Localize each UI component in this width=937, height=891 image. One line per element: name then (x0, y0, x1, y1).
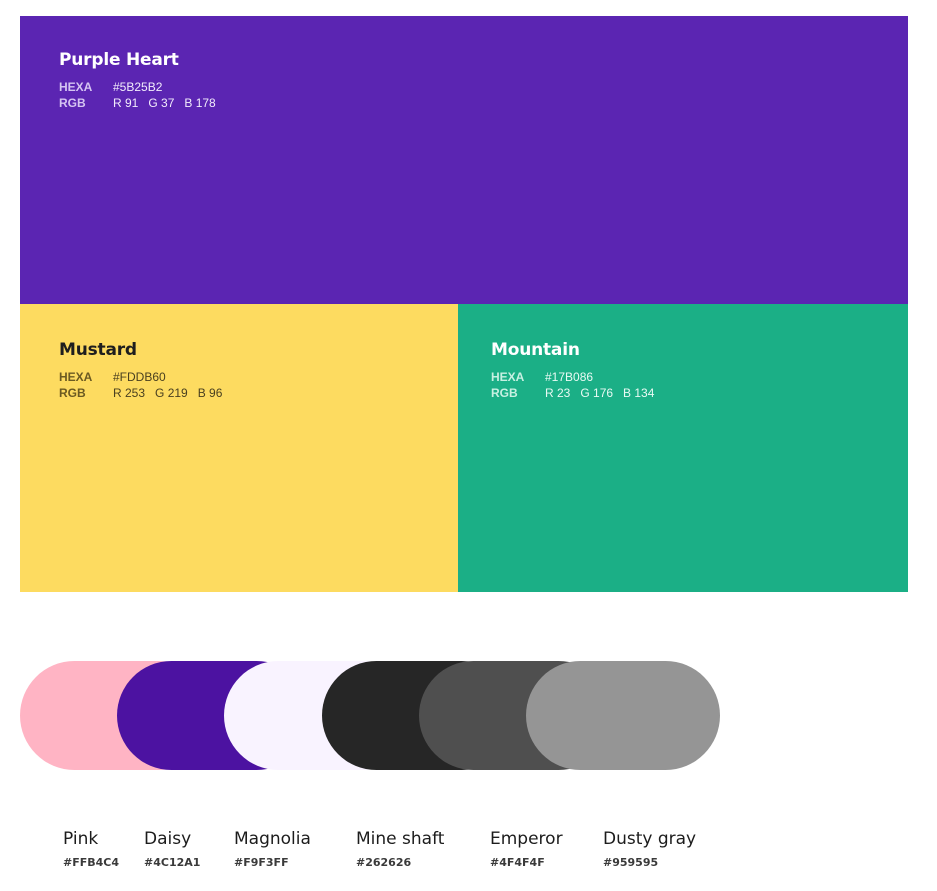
swatch-name-pink: Pink (63, 829, 99, 849)
rgb-label: RGB (491, 386, 518, 400)
rgb-row: RGB R 23 G 176 B 134 (491, 385, 654, 401)
rgb-row: RGB R 91 G 37 B 178 (59, 95, 216, 111)
swatch-hex-emperor: #4F4F4F (490, 856, 545, 869)
color-block-purple-heart: Purple Heart HEXA #5B25B2 RGB R 91 G 37 B … (20, 16, 908, 304)
rgb-row: RGB R 253 G 219 B 96 (59, 385, 222, 401)
hexa-value: #17B086 (545, 370, 594, 384)
hexa-row: HEXA #5B25B2 (59, 79, 162, 95)
hexa-value: #FDDB60 (113, 370, 166, 384)
rgb-value: R 91 G 37 B 178 (113, 96, 216, 110)
color-name: Mustard (59, 340, 137, 360)
rgb-label: RGB (59, 386, 86, 400)
rgb-label: RGB (59, 96, 86, 110)
hexa-row: HEXA #17B086 (491, 369, 593, 385)
hexa-label: HEXA (59, 80, 93, 94)
swatch-name-daisy: Daisy (144, 829, 192, 849)
hexa-label: HEXA (491, 370, 525, 384)
swatch-name-magnolia: Magnolia (234, 829, 311, 849)
swatch-name-mine-shaft: Mine shaft (356, 829, 445, 849)
color-block-mountain: Mountain HEXA #17B086 RGB R 23 G 176 B 134 (458, 304, 908, 592)
color-block-mustard: Mustard HEXA #FDDB60 RGB R 253 G 219 B 96 (20, 304, 458, 592)
color-name: Purple Heart (59, 50, 179, 70)
hexa-label: HEXA (59, 370, 93, 384)
swatch-hex-dusty-gray: #959595 (603, 856, 659, 869)
swatch-hex-magnolia: #F9F3FF (234, 856, 289, 869)
color-name: Mountain (491, 340, 580, 360)
swatch-pill-dusty-gray (526, 661, 720, 770)
swatch-hex-daisy: #4C12A1 (144, 856, 201, 869)
swatch-name-dusty-gray: Dusty gray (603, 829, 697, 849)
swatch-name-emperor: Emperor (490, 829, 563, 849)
hexa-value: #5B25B2 (113, 80, 163, 94)
rgb-value: R 253 G 219 B 96 (113, 386, 223, 400)
rgb-value: R 23 G 176 B 134 (545, 386, 655, 400)
hexa-row: HEXA #FDDB60 (59, 369, 166, 385)
swatch-hex-mine-shaft: #262626 (356, 856, 412, 869)
swatch-hex-pink: #FFB4C4 (63, 856, 120, 869)
